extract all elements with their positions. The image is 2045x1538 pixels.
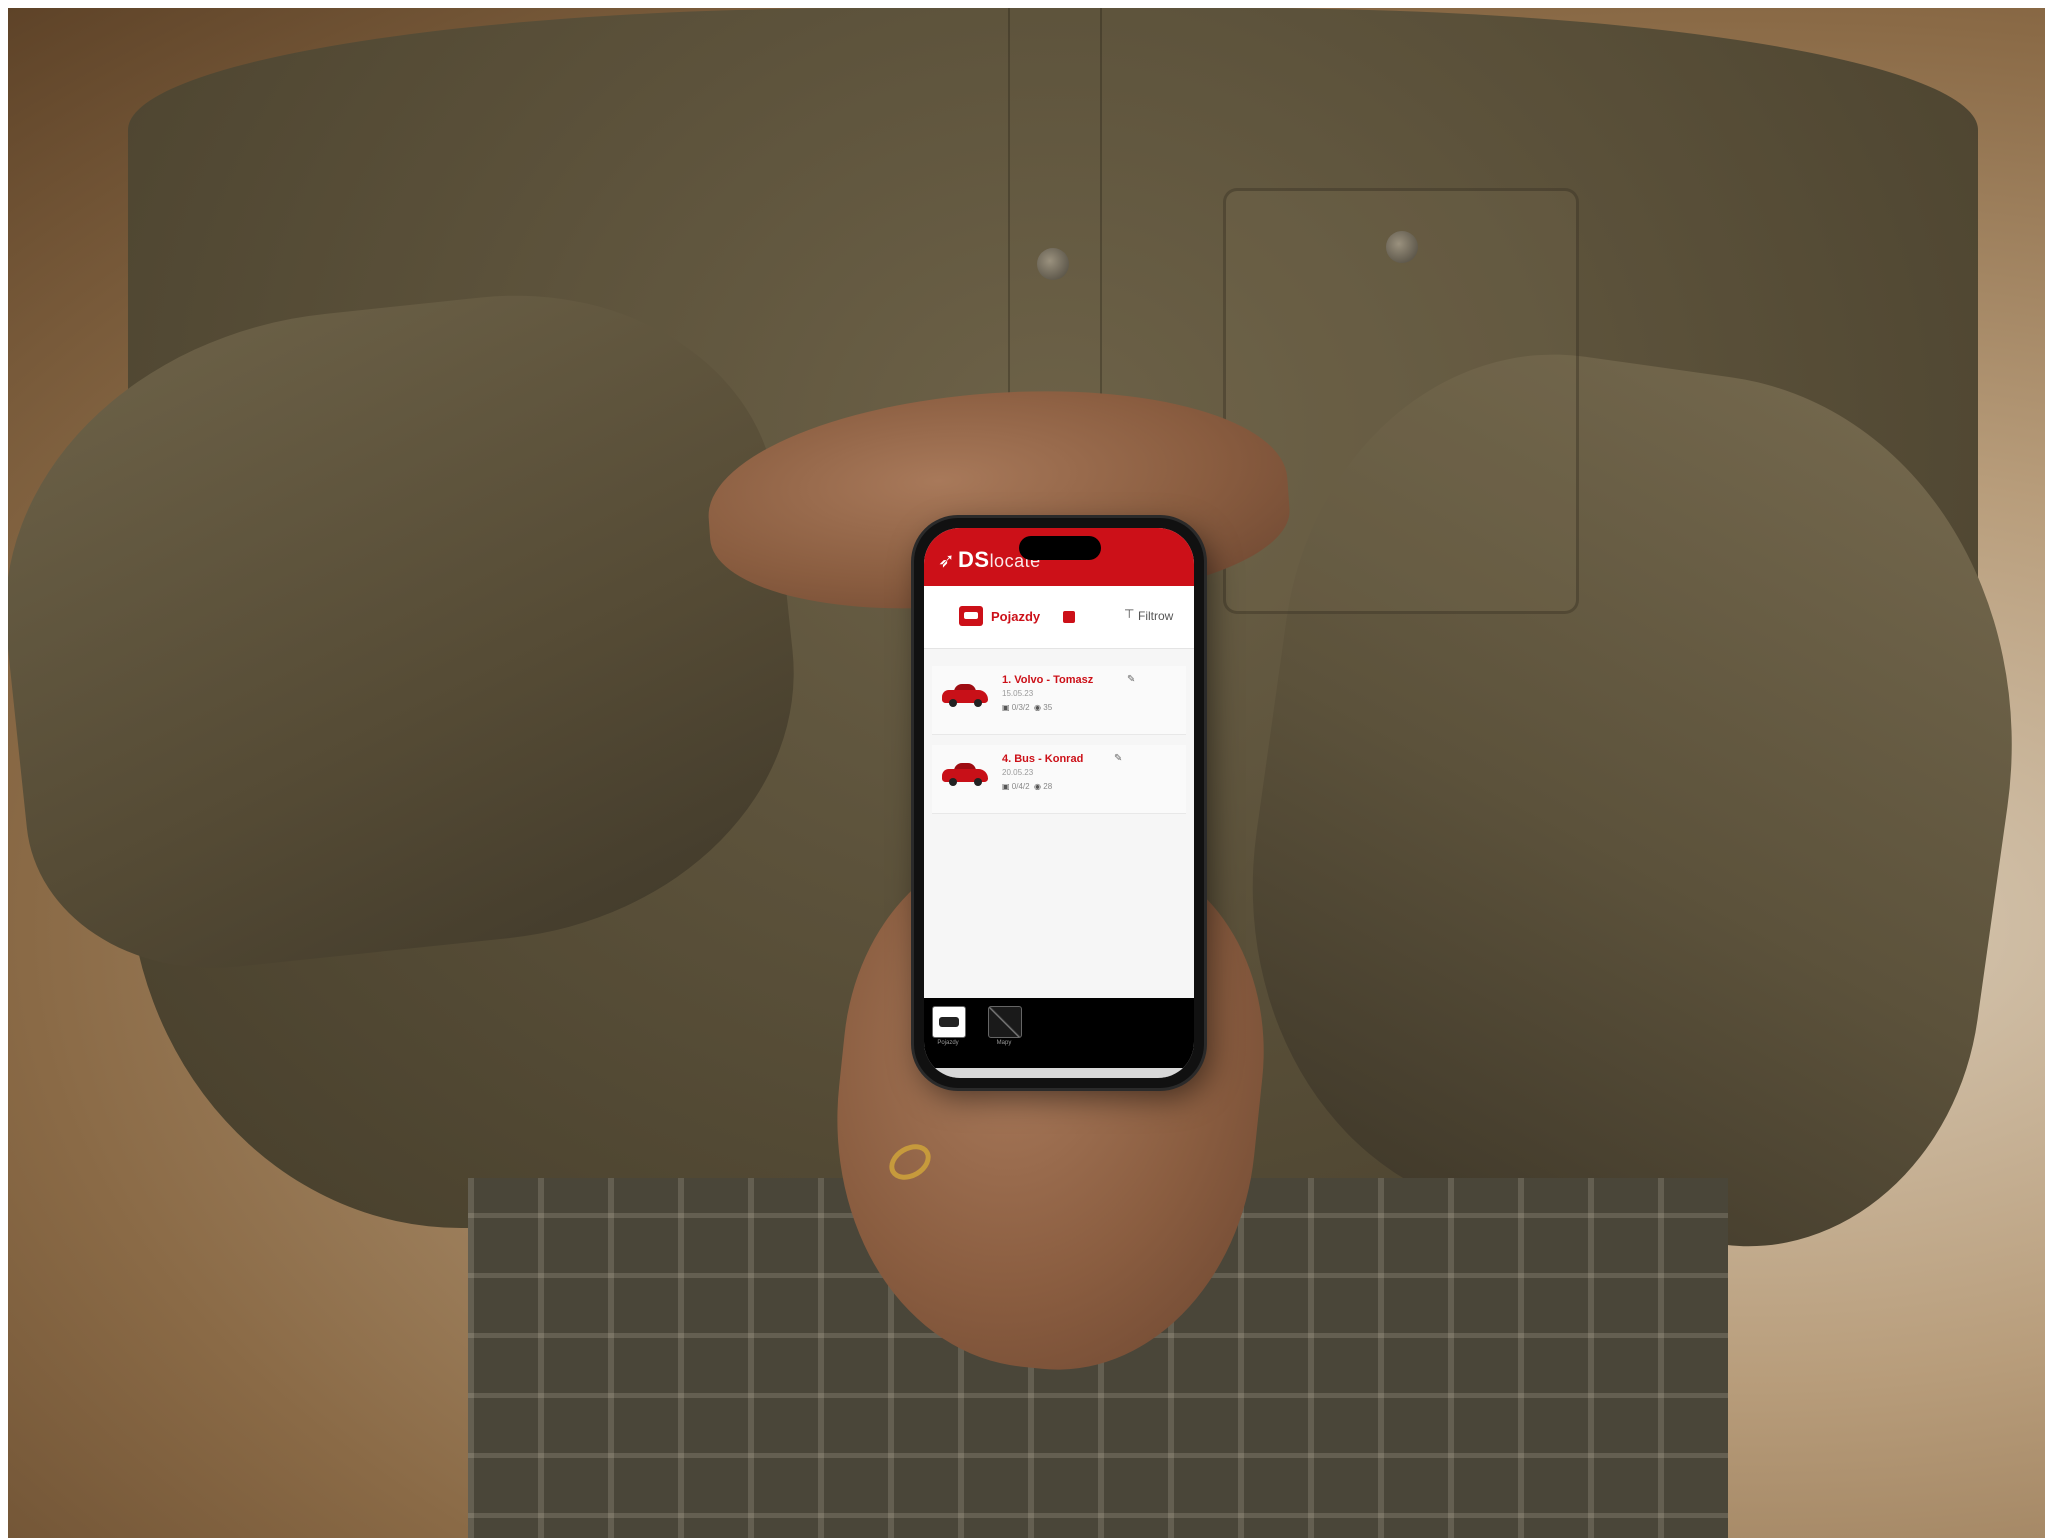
home-indicator-strip [924,1068,1194,1078]
filter-icon[interactable]: ⊤ [1124,607,1134,621]
vehicle-date: 20.05.23 [1002,768,1034,777]
calendar-icon: ▣ [1002,703,1010,712]
pencil-icon[interactable]: ✎ [1127,674,1135,685]
vehicle-meta: ▣ 0/3/2 ◉ 35 [1002,703,1052,712]
shirt-button [1037,248,1069,280]
calendar-icon: ▣ [1002,782,1010,791]
vehicle-name[interactable]: 4. Bus - Konrad [1002,753,1083,765]
shirt-pocket [1223,188,1579,614]
pencil-icon[interactable]: ✎ [1114,753,1122,764]
vehicles-toolbar: Pojazdy ⊤ Filtrow [924,586,1194,649]
vehicle-nav-icon [932,1006,966,1038]
smartphone: ➶ DSlocate Pojazdy ⊤ Filtrow 1. Volvo - … [914,518,1204,1088]
vehicle-meta: ▣ 0/4/2 ◉ 28 [1002,782,1052,791]
vehicle-name[interactable]: 1. Volvo - Tomasz [1002,674,1093,686]
vehicle-date: 15.05.23 [1002,689,1034,698]
car-icon [942,763,988,786]
nav-vehicles[interactable]: Pojazdy [928,1004,968,1054]
vehicle-card[interactable]: 4. Bus - Konrad ✎ 20.05.23 ▣ 0/4/2 ◉ 28 [932,745,1186,814]
nav-maps[interactable]: Mapy [984,1004,1024,1054]
meta-a: 0/3/2 [1011,703,1030,712]
vehicle-icon[interactable] [959,606,983,626]
nav-vehicles-label: Pojazdy [937,1040,959,1046]
bottom-nav: Pojazdy Mapy [924,998,1194,1078]
clock-icon: ◉ [1034,703,1042,712]
map-icon [988,1006,1022,1038]
meta-b: 28 [1043,782,1053,791]
nav-maps-label: Mapy [996,1040,1012,1046]
logo-arrow-icon: ➶ [938,550,955,572]
car-icon [942,684,988,707]
dynamic-island [1019,536,1101,560]
vehicle-card[interactable]: 1. Volvo - Tomasz ✎ 15.05.23 ▣ 0/3/2 ◉ 3… [932,666,1186,735]
vehicle-list: 1. Volvo - Tomasz ✎ 15.05.23 ▣ 0/3/2 ◉ 3… [924,658,1194,824]
photo-scene: ➶ DSlocate Pojazdy ⊤ Filtrow 1. Volvo - … [8,8,2045,1538]
meta-a: 0/4/2 [1011,782,1030,791]
pocket-button [1386,231,1418,263]
tab-vehicles-label[interactable]: Pojazdy [991,609,1040,624]
clock-icon: ◉ [1034,782,1042,791]
logo-bold: DS [958,547,990,572]
count-badge [1063,611,1075,623]
phone-screen: ➶ DSlocate Pojazdy ⊤ Filtrow 1. Volvo - … [924,528,1194,1078]
meta-b: 35 [1043,703,1053,712]
filter-button[interactable]: Filtrow [1138,609,1173,623]
